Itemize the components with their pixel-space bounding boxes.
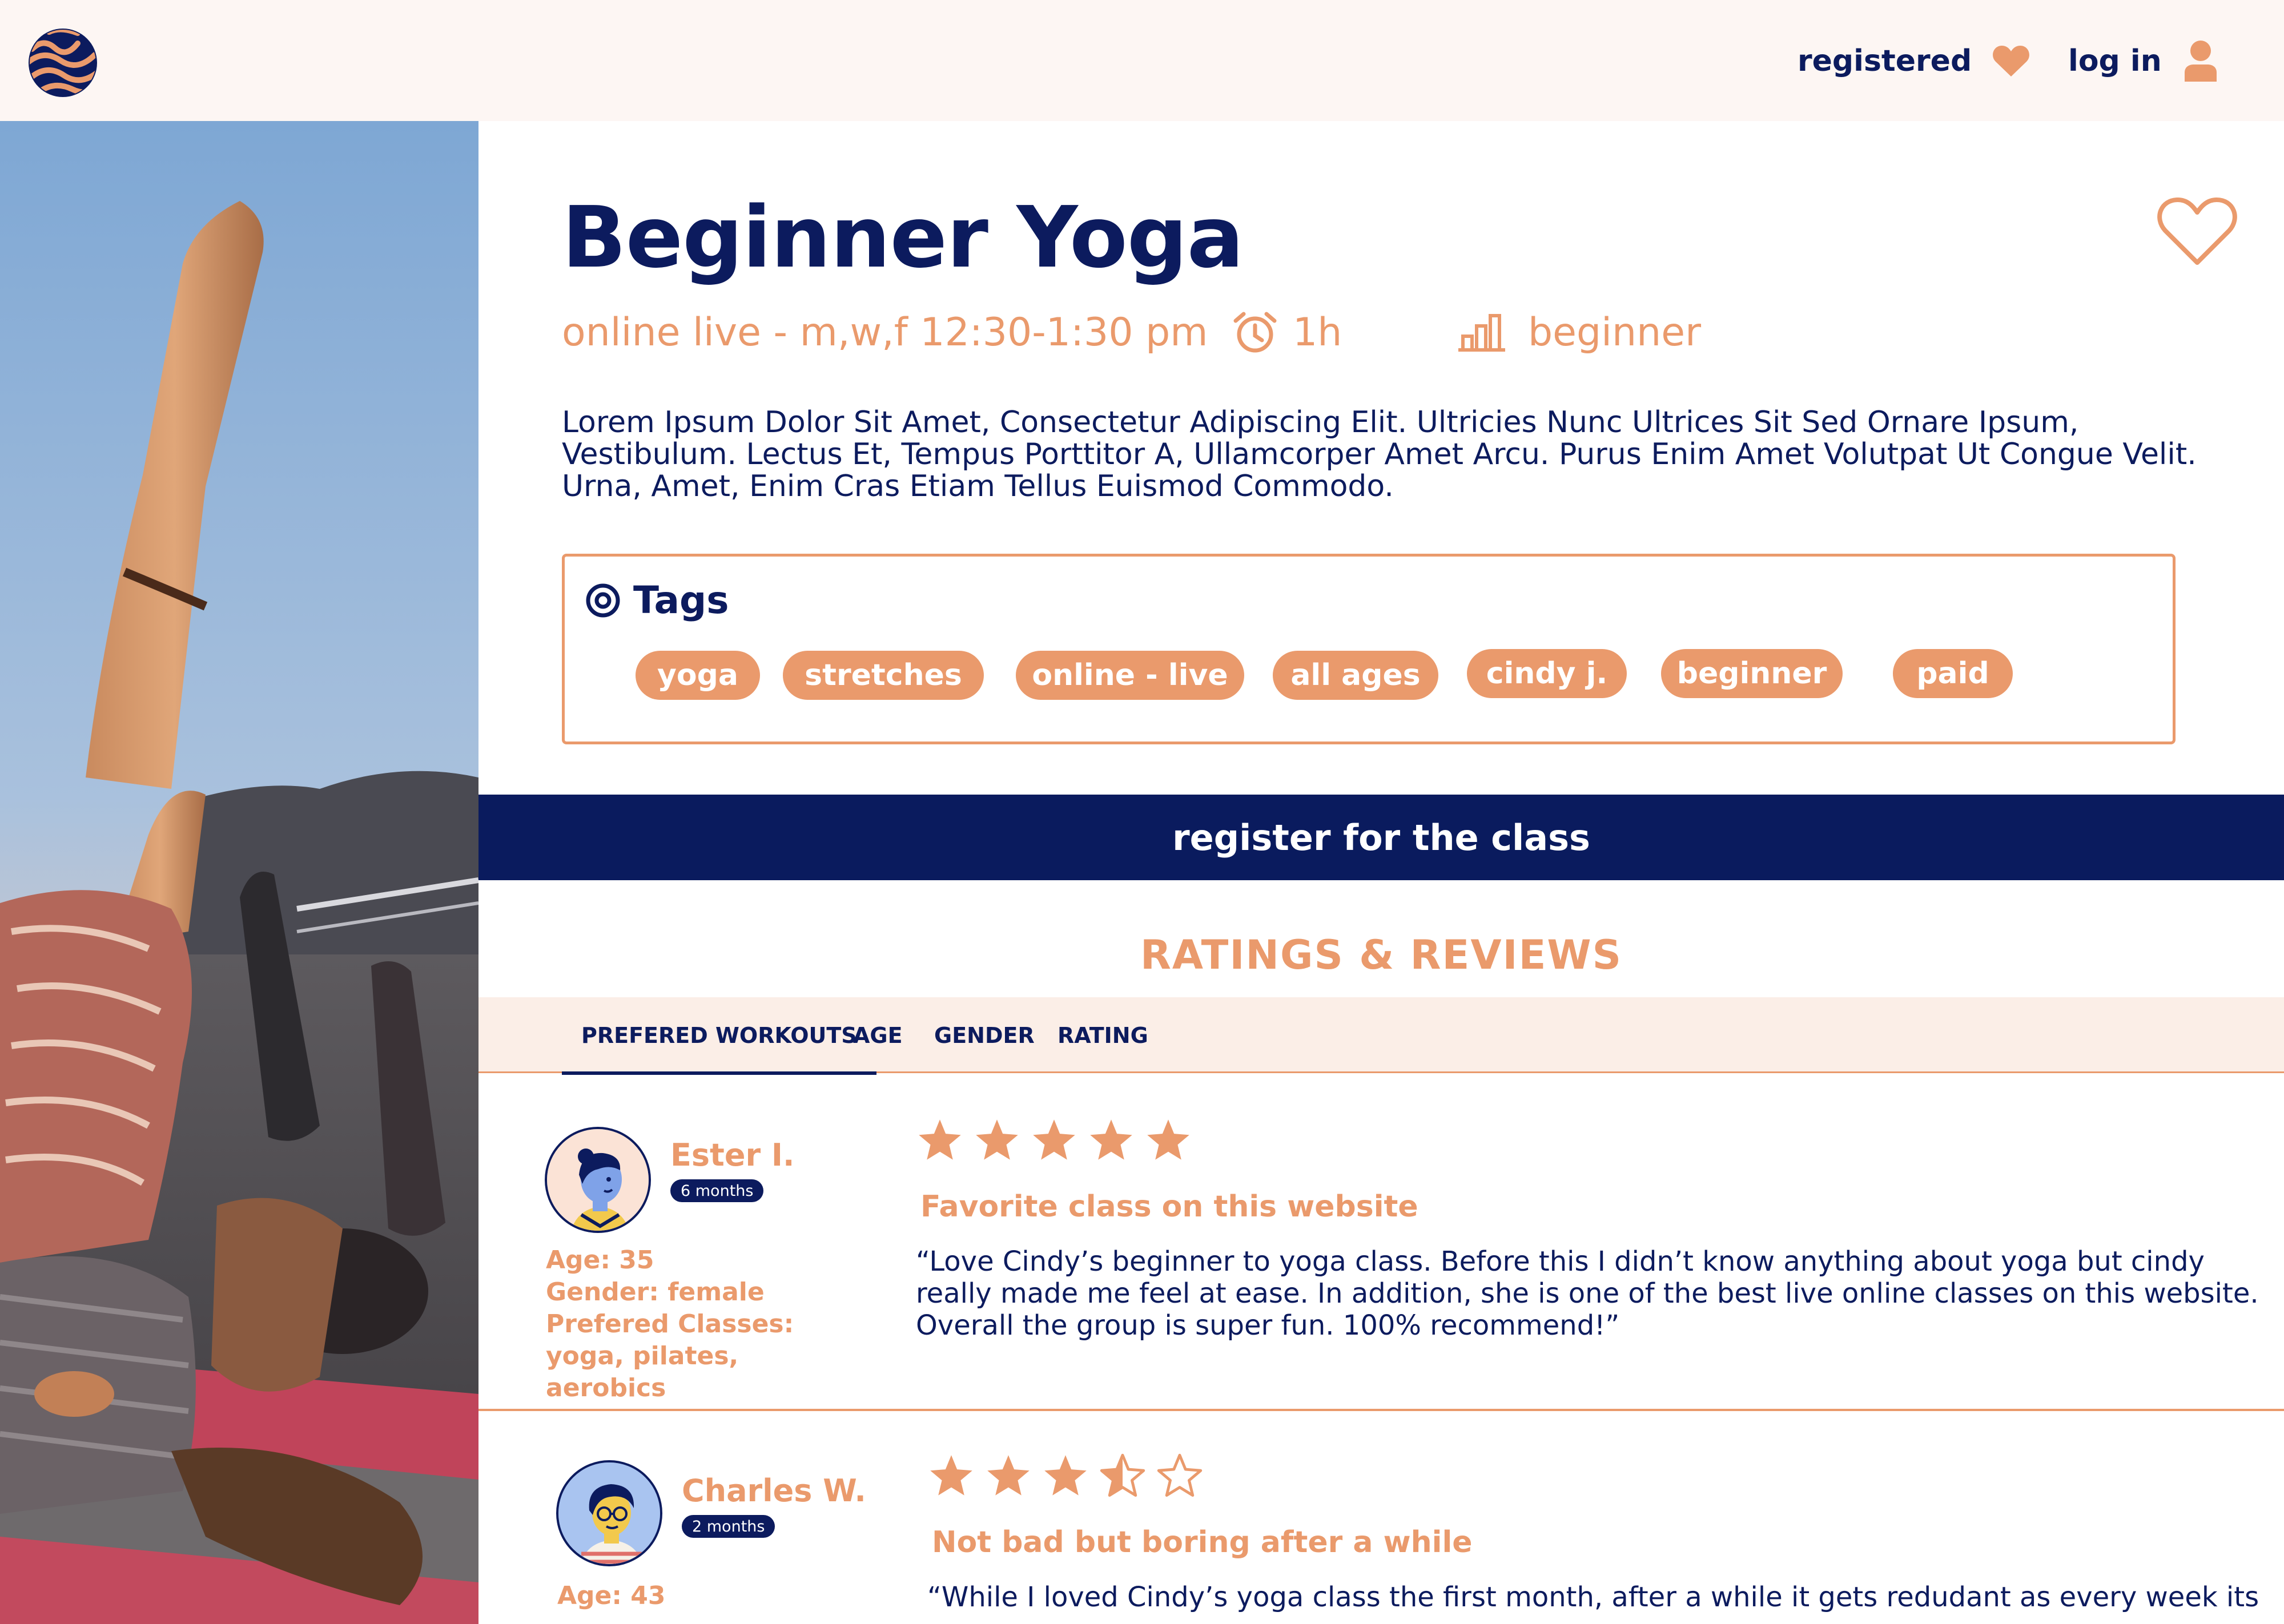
reviewer-details: Age: 35 Gender: female Prefered Classes:… [546,1244,866,1404]
tab-gender[interactable]: GENDER [934,997,1035,1073]
class-description: Lorem Ipsum Dolor Sit Amet, Consectetur … [562,405,2197,503]
review-filter-tabs: PREFERED WORKOUTS AGE GENDER RATING [478,997,2284,1075]
review-headline: Not bad but boring after a while [932,1525,1473,1559]
tag-cindy-j[interactable]: cindy j. [1467,649,1627,698]
class-level: beginner [1456,304,1701,361]
reviewer-name: Ester I. [670,1137,795,1173]
reviewer-age: Age: 43 [557,1581,666,1610]
tags-title: Tags [633,578,729,622]
bar-chart-icon [1458,314,1505,352]
tenure-badge: 2 months [682,1515,775,1538]
class-duration: 1h [1232,304,1342,361]
class-photo [0,121,478,1624]
tag-stretches[interactable]: stretches [783,651,984,700]
tag-beginner[interactable]: beginner [1661,649,1843,698]
star-icon [987,1455,1030,1496]
star-half-icon [1100,1453,1145,1497]
top-header: registered log in [0,0,2284,121]
class-schedule: online live - m,w,f 12:30-1:30 pm [562,309,1208,355]
star-outline-icon [1157,1453,1203,1497]
duration-value: 1h [1293,309,1342,355]
target-icon [586,583,620,617]
tag-yoga[interactable]: yoga [636,651,760,700]
alarm-clock-icon [1233,312,1277,353]
star-icon [1033,1119,1075,1160]
tab-age[interactable]: AGE [853,997,903,1073]
register-button[interactable]: register for the class [478,795,2284,880]
star-icon [930,1455,972,1496]
tags-heading: Tags [585,578,729,622]
reviewer-classes: Prefered Classes: yoga, pilates, aerobic… [546,1309,794,1403]
tab-prefered-workouts[interactable]: PREFERED WORKOUTS [562,997,876,1075]
star-icon [976,1119,1018,1160]
review-card-charles: Charles W. 2 months Age: 43 Not bad but … [478,1427,2284,1624]
logo-icon[interactable] [26,26,99,99]
tag-paid[interactable]: paid [1893,649,2013,698]
review-text: “Love Cindy’s beginner to yoga class. Be… [916,1246,2259,1341]
reviewer-age: Age: 35 [546,1246,654,1275]
class-title: Beginner Yoga [562,188,1244,287]
reviews-heading: RATINGS & REVIEWS [1140,932,1623,978]
tab-rating[interactable]: RATING [1057,997,1148,1073]
registered-label: registered [1798,44,1972,78]
avatar [545,1127,651,1233]
registered-link[interactable]: registered [1798,35,2030,87]
tag-online-live[interactable]: online - live [1016,651,1244,700]
rating-stars [927,1452,1204,1500]
heart-icon [1993,46,2030,76]
user-icon [2184,41,2217,82]
avatar [556,1460,662,1566]
reviewer-name: Charles W. [682,1473,866,1509]
tag-all-ages[interactable]: all ages [1273,651,1438,700]
star-icon [1044,1455,1087,1496]
star-icon [1090,1119,1132,1160]
reviewer-details: Age: 43 [557,1580,877,1612]
tenure-badge: 6 months [670,1179,764,1202]
rating-stars [916,1117,1192,1164]
review-card-ester: Ester I. 6 months Age: 35 Gender: female… [478,1091,2284,1411]
tags-panel: Tags yoga stretches online - live all ag… [562,554,2176,744]
level-value: beginner [1528,309,1702,355]
reviewer-gender: Gender: female [546,1278,765,1307]
login-label: log in [2068,44,2162,78]
review-text: “While I loved Cindy’s yoga class the fi… [927,1581,2259,1613]
star-icon [1147,1119,1189,1160]
star-icon [919,1119,961,1160]
login-link[interactable]: log in [2068,35,2219,87]
heart-outline-icon[interactable] [2157,195,2237,267]
review-headline: Favorite class on this website [920,1190,1418,1224]
